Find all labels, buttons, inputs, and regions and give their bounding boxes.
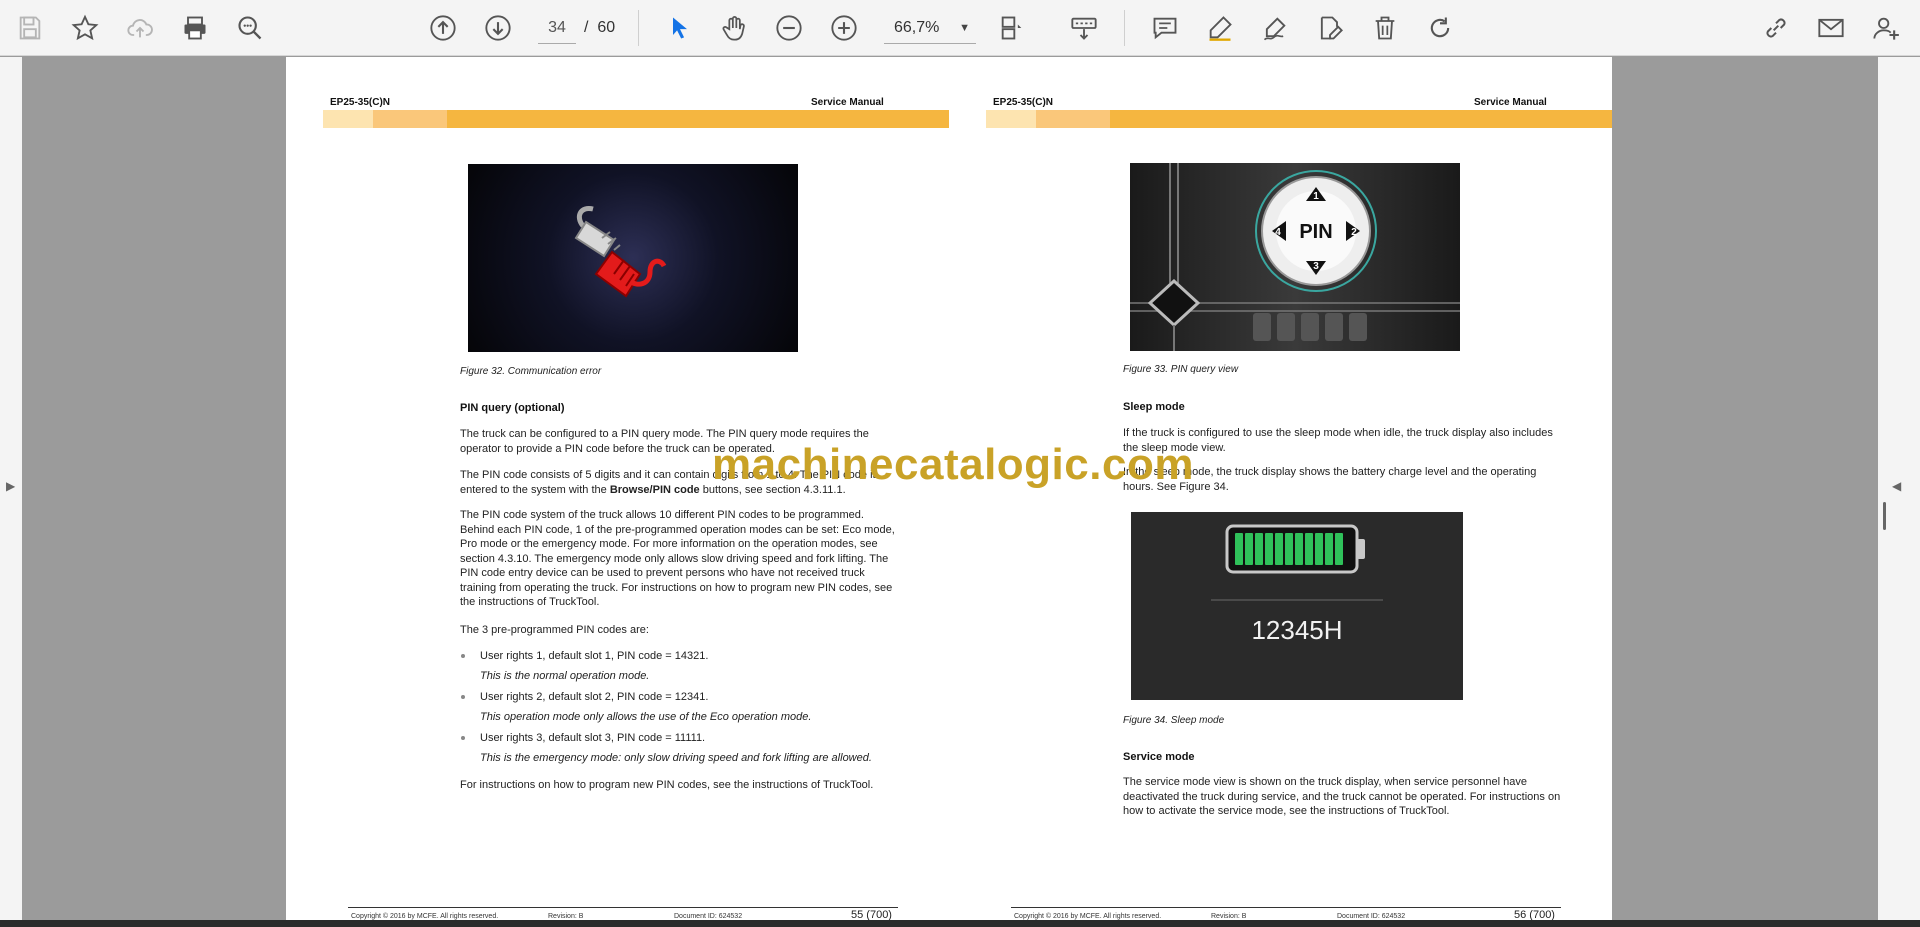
list-item-note: This operation mode only allows the use … [480, 711, 812, 723]
pin-label: PIN [1299, 221, 1332, 243]
toolbar: 34 / 60 66,7% ▼ [0, 0, 1920, 56]
delete-trash-icon[interactable] [1365, 8, 1405, 48]
pin-digit-2: 2 [1351, 227, 1357, 238]
page-count: / 60 [584, 19, 616, 36]
footer-revision: Revision: B [1211, 913, 1247, 920]
previous-page-icon[interactable] [423, 8, 463, 48]
next-page-icon[interactable] [478, 8, 518, 48]
page-header-title: Service Manual [1474, 97, 1547, 108]
toolbar-divider [1124, 10, 1125, 46]
list-item: User rights 2, default slot 2, PIN code … [480, 691, 709, 703]
section-heading-pin-query: PIN query (optional) [460, 402, 565, 414]
plug-icon [574, 205, 667, 298]
paragraph: The 3 pre-programmed PIN codes are: [460, 624, 649, 636]
zoom-level-select[interactable]: 66,7% ▼ [884, 12, 976, 44]
footer-copyright: Copyright © 2016 by MCFE. All rights res… [1014, 913, 1162, 920]
chevron-left-icon[interactable]: ◀ [1892, 479, 1901, 493]
page-header-title: Service Manual [811, 97, 884, 108]
page-header-model: EP25-35(C)N [330, 97, 391, 108]
toolbar-divider [638, 10, 639, 46]
highlight-pen-icon[interactable] [1200, 8, 1240, 48]
list-item-note: This is the normal operation mode. [480, 670, 650, 682]
battery-icon [1211, 524, 1383, 601]
scrollbar-thumb[interactable] [1883, 502, 1886, 530]
page-display-icon[interactable] [992, 8, 1032, 48]
draw-signature-icon[interactable] [1255, 8, 1295, 48]
edit-document-icon[interactable] [1310, 8, 1350, 48]
keyboard-download-icon[interactable] [1064, 8, 1104, 48]
bullet-marker [461, 654, 465, 658]
figure-sleep-mode: 12345H [1131, 512, 1463, 700]
email-icon[interactable] [1811, 8, 1851, 48]
bookmark-star-icon[interactable] [65, 8, 105, 48]
zoom-out-icon[interactable] [769, 8, 809, 48]
figure-communication-error [468, 164, 798, 352]
paragraph: For instructions on how to program new P… [460, 779, 874, 791]
footer-copyright: Copyright © 2016 by MCFE. All rights res… [351, 913, 499, 920]
chevron-right-icon[interactable]: ▶ [6, 479, 15, 493]
zoom-search-icon[interactable] [230, 8, 270, 48]
footer-revision: Revision: B [548, 913, 584, 920]
share-link-icon[interactable] [1756, 8, 1796, 48]
figure-pin-query-view: 1 2 3 4 PIN [1130, 163, 1460, 351]
cloud-upload-icon[interactable] [120, 8, 160, 48]
operating-hours: 12345H [1251, 615, 1343, 645]
list-item: User rights 3, default slot 3, PIN code … [480, 732, 706, 744]
figure-caption: Figure 34. Sleep mode [1123, 715, 1225, 726]
comment-icon[interactable] [1145, 8, 1185, 48]
bullet-marker [461, 736, 465, 740]
pin-digit-3: 3 [1313, 261, 1319, 272]
section-heading-service-mode: Service mode [1123, 751, 1195, 763]
header-band [986, 110, 1612, 128]
section-heading-sleep-mode: Sleep mode [1123, 401, 1185, 413]
page-number-input[interactable]: 34 [538, 12, 576, 44]
footer-rule [1011, 907, 1561, 908]
paragraph: The PIN code system of the truck allows … [460, 509, 895, 608]
left-panel-toggle[interactable]: ▶ [0, 57, 22, 920]
figure-caption: Figure 33. PIN query view [1123, 364, 1239, 375]
header-band [323, 110, 949, 128]
paragraph: The service mode view is shown on the tr… [1123, 776, 1561, 817]
list-item-note: This is the emergency mode: only slow dr… [480, 752, 872, 764]
taskbar-strip [0, 920, 1920, 927]
figure-caption: Figure 32. Communication error [460, 366, 602, 377]
chevron-down-icon: ▼ [959, 22, 970, 34]
pin-digit-4: 4 [1275, 227, 1281, 238]
footer-document-id: Document ID: 624532 [1337, 913, 1406, 920]
page-header-model: EP25-35(C)N [993, 97, 1054, 108]
hand-pan-icon[interactable] [714, 8, 754, 48]
redo-icon[interactable] [1420, 8, 1460, 48]
list-item: User rights 1, default slot 1, PIN code … [480, 650, 709, 662]
right-panel-toggle[interactable]: ◀ [1878, 57, 1920, 920]
add-user-icon[interactable] [1866, 8, 1906, 48]
select-cursor-icon[interactable] [660, 8, 700, 48]
zoom-in-icon[interactable] [824, 8, 864, 48]
footer-document-id: Document ID: 624532 [674, 913, 743, 920]
watermark-text: machinecatalogic.com [712, 440, 1194, 489]
pin-digit-1: 1 [1313, 191, 1319, 202]
footer-rule [348, 907, 898, 908]
print-icon[interactable] [175, 8, 215, 48]
pin-keypad-display: 1 2 3 4 PIN [1130, 163, 1460, 351]
bullet-marker [461, 695, 465, 699]
save-icon[interactable] [10, 8, 50, 48]
